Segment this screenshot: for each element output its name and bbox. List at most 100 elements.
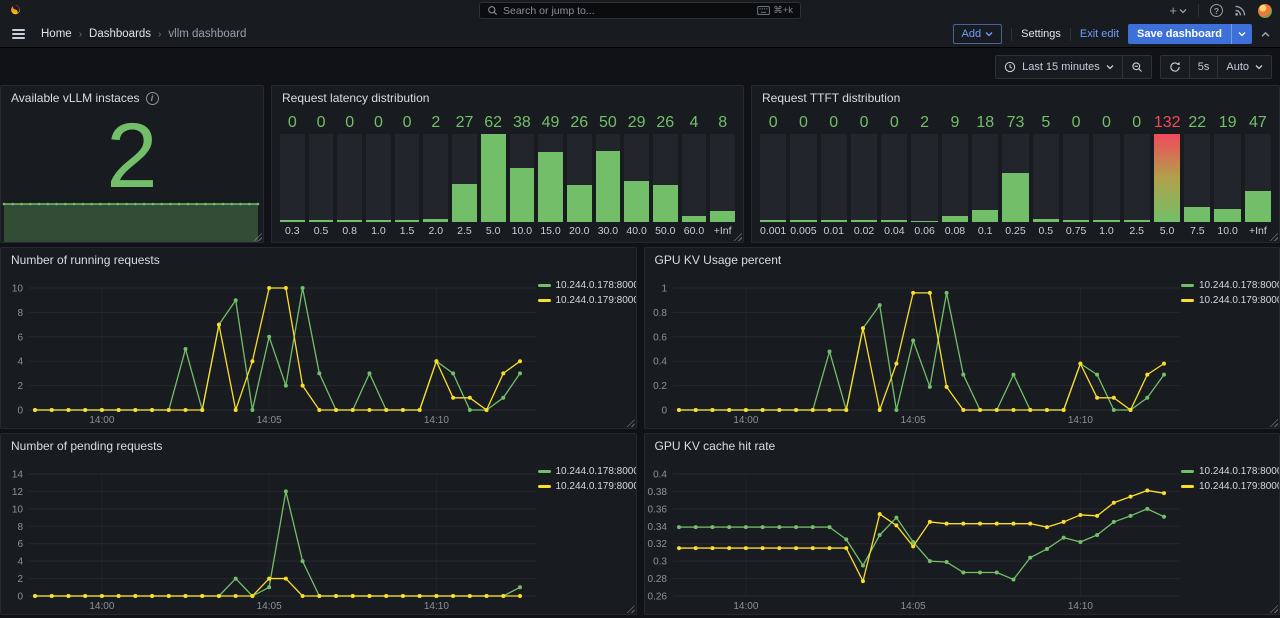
bar-column-60.0: 460.0 [682, 112, 707, 237]
legend-item[interactable]: 10.244.0.178:8000 [538, 466, 630, 477]
bar-category-label: 1.0 [366, 222, 391, 237]
search-input[interactable] [503, 5, 752, 17]
panel-header[interactable]: Request TTFT distribution [752, 86, 1279, 110]
sparkline-svg [1, 202, 263, 242]
bar-category-label: 0.04 [881, 222, 907, 237]
bar-track [790, 134, 816, 222]
legend-item[interactable]: 10.244.0.178:8000 [1181, 466, 1273, 477]
bar-fill [1063, 220, 1089, 222]
bar-column-0.01: 00.01 [821, 112, 847, 237]
bar-track [881, 134, 907, 222]
timeseries-svg: 0246810121414:0014:0514:10 [1, 458, 538, 614]
bar-gauge[interactable]: 00.00100.00500.0100.0200.0420.0690.08180… [752, 110, 1279, 242]
bar-track [1093, 134, 1119, 222]
bar-column-5.0: 625.0 [481, 112, 506, 237]
timeseries-svg: 024681014:0014:0514:10 [1, 272, 538, 428]
bar-column-+Inf: 47+Inf [1245, 112, 1271, 237]
refresh-button[interactable] [1161, 56, 1189, 78]
legend-label: 10.244.0.179:8000 [1199, 295, 1280, 306]
bar-column-50.0: 2650.0 [653, 112, 678, 237]
auto-refresh-picker[interactable]: Auto [1217, 56, 1271, 78]
shortcut-label: ⌘+k [773, 5, 793, 16]
bar-category-label: 0.5 [309, 222, 334, 237]
chevron-down-icon [985, 31, 993, 37]
panel-header[interactable]: Number of running requests [1, 248, 636, 272]
bar-value: 0 [395, 112, 420, 133]
bar-category-label: 0.08 [942, 222, 968, 237]
help-button[interactable]: ? [1210, 4, 1223, 17]
panel-header[interactable]: Number of pending requests [1, 434, 636, 458]
svg-text:14:05: 14:05 [257, 601, 282, 612]
bar-track [1063, 134, 1089, 222]
bar-column-0.1: 180.1 [972, 112, 998, 237]
legend-item[interactable]: 10.244.0.179:8000 [538, 481, 630, 492]
bar-fill [851, 220, 877, 222]
bar-column-0.02: 00.02 [851, 112, 877, 237]
save-dashboard-caret[interactable] [1231, 24, 1252, 44]
bar-category-label: +Inf [1245, 222, 1271, 237]
panel-header[interactable]: GPU KV cache hit rate [645, 434, 1280, 458]
collapse-toolbar-button[interactable] [1261, 31, 1270, 38]
legend-label: 10.244.0.178:8000 [556, 280, 637, 291]
bar-value: 50 [596, 112, 621, 133]
timeseries-plot[interactable]: 00.20.40.60.8114:0014:0514:10 [645, 272, 1182, 428]
user-avatar[interactable] [1258, 4, 1272, 18]
menu-toggle-icon[interactable] [10, 27, 27, 41]
timeseries-plot[interactable]: 0246810121414:0014:0514:10 [1, 458, 538, 614]
bar-column-0.5: 00.5 [309, 112, 334, 237]
legend-item[interactable]: 10.244.0.179:8000 [1181, 295, 1273, 306]
bar-fill [1184, 207, 1210, 222]
plus-icon: + [1169, 4, 1177, 17]
legend-item[interactable]: 10.244.0.178:8000 [538, 280, 630, 291]
bar-fill [710, 211, 735, 222]
info-icon[interactable]: i [146, 92, 159, 105]
zoom-out-icon [1131, 61, 1143, 73]
bar-track [972, 134, 998, 222]
refresh-interval-label[interactable]: 5s [1189, 56, 1218, 78]
legend: 10.244.0.178:8000 10.244.0.179:8000 [1181, 458, 1279, 614]
series-color-dash [538, 470, 551, 473]
timeseries-body: 0.260.280.30.320.340.360.380.414:0014:05… [645, 458, 1280, 614]
legend-item[interactable]: 10.244.0.178:8000 [1181, 280, 1273, 291]
time-range-picker[interactable]: Last 15 minutes [996, 56, 1122, 78]
breadcrumb-dashboards[interactable]: Dashboards [89, 28, 151, 40]
bar-fill [760, 220, 786, 222]
news-button[interactable] [1234, 4, 1247, 17]
grafana-logo-icon[interactable] [8, 3, 24, 19]
bar-track [423, 134, 448, 222]
bar-category-label: 2.5 [1124, 222, 1150, 237]
bar-value: 0 [881, 112, 907, 133]
panel-header[interactable]: Request latency distribution [272, 86, 743, 110]
bar-fill [1154, 134, 1180, 222]
breadcrumb-home[interactable]: Home [41, 28, 72, 40]
bar-gauge[interactable]: 00.300.500.801.001.522.0272.5625.03810.0… [272, 110, 743, 242]
timeseries-plot[interactable]: 024681014:0014:0514:10 [1, 272, 538, 428]
bar-track [1124, 134, 1150, 222]
bar-fill [1214, 209, 1240, 222]
svg-text:1: 1 [661, 284, 667, 295]
bar-value: 38 [510, 112, 535, 133]
global-search[interactable]: ⌘+k [479, 2, 801, 19]
new-menu-button[interactable]: + [1169, 4, 1187, 17]
timeseries-plot[interactable]: 0.260.280.30.320.340.360.380.414:0014:05… [645, 458, 1182, 614]
bar-fill [366, 220, 391, 222]
time-controls: Last 15 minutes 5s Auto [0, 48, 1280, 85]
bar-track [821, 134, 847, 222]
bar-value: 0 [337, 112, 362, 133]
exit-edit-button[interactable]: Exit edit [1080, 28, 1119, 40]
bar-value: 0 [1063, 112, 1089, 133]
bar-track [682, 134, 707, 222]
svg-text:0: 0 [17, 406, 23, 417]
bar-column-0.75: 00.75 [1063, 112, 1089, 237]
settings-button[interactable]: Settings [1021, 28, 1061, 40]
legend-item[interactable]: 10.244.0.179:8000 [1181, 481, 1273, 492]
legend-item[interactable]: 10.244.0.179:8000 [538, 295, 630, 306]
svg-text:8: 8 [17, 308, 23, 319]
bar-value: 19 [1214, 112, 1240, 133]
zoom-out-button[interactable] [1122, 56, 1151, 78]
save-dashboard-button[interactable]: Save dashboard [1128, 24, 1252, 44]
svg-text:14:00: 14:00 [89, 601, 114, 612]
add-button[interactable]: Add [953, 24, 1003, 44]
legend: 10.244.0.178:8000 10.244.0.179:8000 [538, 458, 636, 614]
panel-header[interactable]: GPU KV Usage percent [645, 248, 1280, 272]
